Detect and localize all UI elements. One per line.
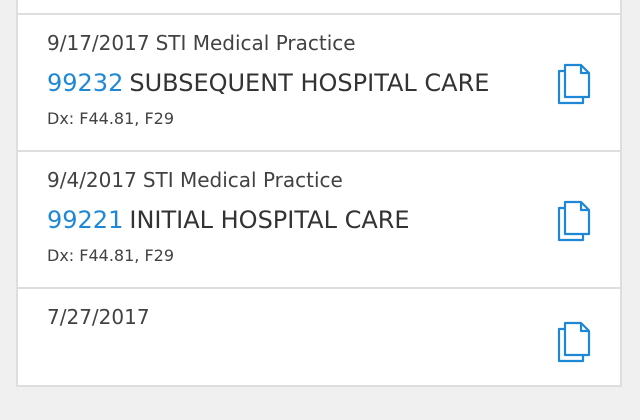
copy-document-icon[interactable] [556,62,592,106]
visit-card[interactable]: 9/17/2017 STI Medical Practice 99232 SUBSE… [18,15,620,152]
diagnosis-codes: Dx: F44.81, F29 [47,246,175,265]
procedure-description: INITIAL HOSPITAL CARE [129,206,410,234]
visit-meta: 7/27/2017 [47,305,150,329]
visit-practice: STI Medical Practice [142,168,343,192]
copy-document-icon[interactable] [556,320,592,364]
visit-meta: 9/17/2017 STI Medical Practice [47,31,356,55]
visit-card[interactable]: 9/4/2017 STI Medical Practice 99221 INITIA… [18,152,620,289]
visit-list: 9/17/2017 STI Medical Practice 99232 SUBSE… [16,0,622,387]
visit-date: 9/17/2017 [47,31,150,55]
visit-procedure: 99232 SUBSEQUENT HOSPITAL CARE [47,69,489,97]
visit-date: 7/27/2017 [47,305,150,329]
diagnosis-codes: Dx: F44.81, F29 [47,109,175,128]
procedure-code: 99232 [47,69,124,97]
visit-history-screen: 9/17/2017 STI Medical Practice 99232 SUBSE… [0,0,640,420]
procedure-code: 99221 [47,206,124,234]
visit-meta: 9/4/2017 STI Medical Practice [47,168,343,192]
copy-document-icon[interactable] [556,199,592,243]
previous-card-edge [18,0,620,15]
visit-practice: STI Medical Practice [155,31,356,55]
visit-procedure: 99221 INITIAL HOSPITAL CARE [47,206,410,234]
visit-card[interactable]: 7/27/2017 [18,289,620,389]
visit-date: 9/4/2017 [47,168,137,192]
procedure-description: SUBSEQUENT HOSPITAL CARE [129,69,490,97]
